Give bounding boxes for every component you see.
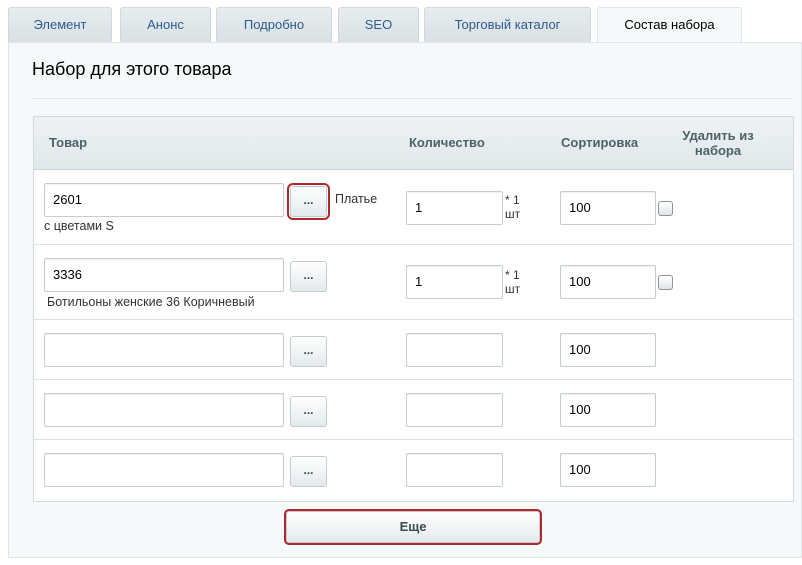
delete-checkbox[interactable] [658,201,673,216]
product-name-text: Платье [335,192,378,206]
delete-checkbox[interactable] [658,275,673,290]
table-row: ... 100 [34,440,793,501]
select-product-button[interactable]: ... [290,261,327,292]
select-product-button[interactable]: ... [290,456,327,487]
product-id-input[interactable] [44,453,284,487]
header-quantity: Количество [409,135,485,150]
sort-input[interactable]: 100 [560,393,656,427]
table-row: ... 100 [34,320,793,380]
tab-set-composition[interactable]: Состав набора [597,7,742,44]
product-id-input[interactable]: 2601 [44,183,284,217]
header-delete-line1: Удалить из [682,128,754,143]
select-product-button[interactable]: ... [287,183,330,220]
unit-label: * 1 шт [505,193,521,221]
product-name-text-cont: с цветами S [44,219,114,233]
table-row: 3336 ... Ботильоны женские 36 Коричневый… [34,245,793,320]
sort-input[interactable]: 100 [560,333,656,367]
unit-label: * 1 шт [505,268,521,296]
set-composition-panel: Набор для этого товара Товар Количество … [8,42,802,558]
tab-trade-catalog[interactable]: Торговый каталог [424,7,591,43]
product-id-input[interactable] [44,333,284,367]
quantity-input[interactable]: 1 [406,191,503,225]
table-row: ... 100 [34,380,793,440]
tab-element[interactable]: Элемент [8,7,112,43]
more-rows-button[interactable]: Еще [284,509,542,545]
tab-bar: Элемент Анонс Подробно SEO Торговый ката… [0,0,802,44]
table-row: 2601 ... Платье с цветами S 1 * 1 шт 100 [34,170,793,245]
set-items-table: Товар Количество Сортировка Удалить из н… [33,116,794,502]
divider [31,98,793,99]
quantity-input[interactable] [406,393,503,427]
sort-input[interactable]: 100 [560,191,656,225]
header-delete-line2: набора [694,143,742,158]
header-delete: Удалить из набора [669,128,767,158]
product-name-text: Ботильоны женские 36 Коричневый [47,295,255,309]
quantity-input[interactable]: 1 [406,265,503,299]
tab-details[interactable]: Подробно [216,7,332,43]
product-id-input[interactable]: 3336 [44,258,284,292]
header-product: Товар [49,135,88,150]
select-product-button[interactable]: ... [290,396,327,427]
sort-input[interactable]: 100 [560,265,656,299]
product-id-input[interactable] [44,393,284,427]
quantity-input[interactable] [406,333,503,367]
tab-seo[interactable]: SEO [338,7,419,43]
panel-title: Набор для этого товара [32,59,232,79]
select-product-button[interactable]: ... [290,336,327,367]
sort-input[interactable]: 100 [560,453,656,487]
quantity-input[interactable] [406,453,503,487]
table-header: Товар Количество Сортировка Удалить из н… [34,117,793,170]
tab-announce[interactable]: Анонс [120,7,211,43]
header-sort: Сортировка [561,135,639,150]
